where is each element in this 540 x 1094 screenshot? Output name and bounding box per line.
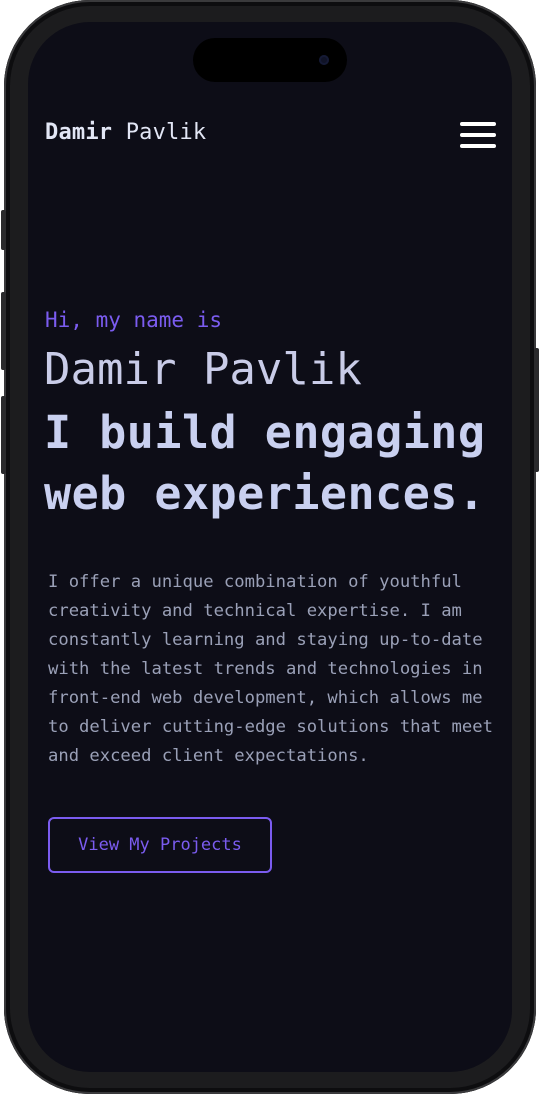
hamburger-menu-icon[interactable] (460, 122, 496, 148)
hero-bio: I offer a unique combination of youthful… (48, 572, 493, 766)
hero-name: Damir Pavlik (44, 344, 362, 395)
action-button (1, 210, 6, 250)
screen: Damir Pavlik Hi, my name is Damir Pavlik… (28, 22, 512, 1072)
brand-first-name: Damir (45, 120, 113, 145)
view-projects-button[interactable]: View My Projects (48, 817, 272, 873)
brand-last-name: Pavlik (125, 120, 207, 145)
brand-logo[interactable]: Damir Pavlik (45, 120, 206, 145)
dynamic-island (193, 38, 347, 82)
camera-icon (319, 55, 329, 65)
hero-headline: I build engaging web experiences. (44, 406, 486, 520)
volume-down-button (1, 396, 6, 474)
volume-up-button (1, 292, 6, 370)
power-button (534, 348, 539, 472)
greeting-text: Hi, my name is (45, 308, 223, 332)
